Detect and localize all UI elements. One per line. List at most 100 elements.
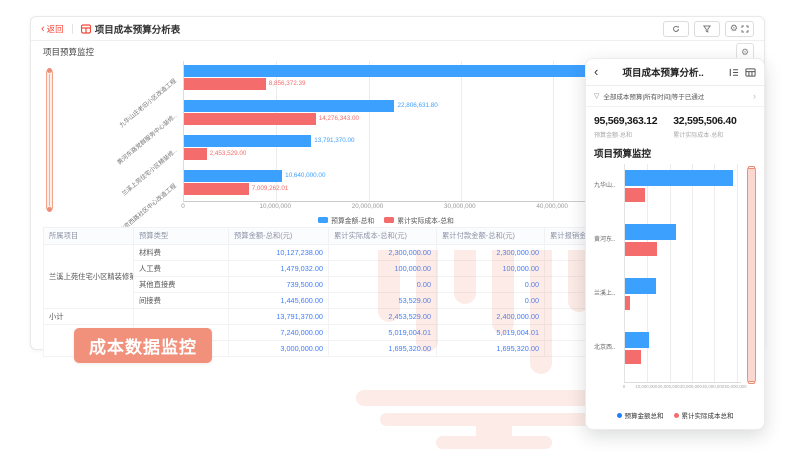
stat-label: 累计实际成本·总和 [673,130,736,139]
panel-chart-legend: 预算金额总和 累计实际成本总和 [586,410,764,420]
gridline [692,164,693,382]
bar-budget[interactable] [625,170,733,186]
bar-actual[interactable] [184,113,316,125]
col-header-budget-type: 预算类型 [134,228,229,245]
value-cell[interactable]: 0.00 [329,277,437,293]
panel-section-title: 项目预算监控 [586,143,764,160]
legend-item-budget[interactable]: 预算金额-总和 [318,215,374,225]
fullscreen-icon [741,25,749,33]
gridline [647,164,648,382]
bar-actual[interactable] [184,78,266,90]
stat-value: 95,569,363.12 [594,115,657,127]
value-cell[interactable]: 100,000.00 [329,261,437,277]
refresh-icon [672,25,680,33]
legend-label: 累计实际成本-总和 [397,215,454,225]
filter-funnel-icon [703,25,711,33]
value-cell[interactable]: 53,529.00 [329,293,437,309]
panel-bar-chart: 九华山..黄河东..兰溪上..北京西.. 010,000,00020,000,0… [594,164,756,398]
gridline [553,61,554,201]
table-view-icon[interactable] [745,67,756,78]
panel-stats: 95,569,363.12 预算金额·总和 32,595,506.40 累计实际… [586,107,764,143]
bar-budget[interactable] [184,65,590,77]
value-cell[interactable]: 10,127,238.00 [229,245,329,261]
value-cell[interactable]: 1,695,320.00 [329,341,437,357]
project-cell: 小计 [44,309,134,325]
bar-budget[interactable] [184,170,282,182]
mobile-preview-panel: ‹ 项目成本预算分析.. ▽ 全部成本预算|所有时间|等于已通过 [585,58,765,430]
category-label: 兰溪上.. [594,288,622,297]
bar-budget[interactable] [625,224,676,240]
settings-gear-icon: ⚙ [730,23,738,34]
bar-actual[interactable] [625,188,645,202]
bar-actual[interactable] [625,242,657,256]
bar-actual[interactable] [625,350,641,364]
type-cell: 其他直接费 [134,277,229,293]
report-table-icon [81,24,91,34]
filter-button[interactable] [694,21,720,37]
bar-budget[interactable] [625,332,649,348]
refresh-button[interactable] [663,21,689,37]
panel-title: 项目成本预算分析.. [598,65,728,79]
legend-item-actual[interactable]: 累计实际成本总和 [674,410,734,420]
chart-category-axis: 九华山庄老旧小区改造工程黄河东路党群服务中心装修..兰溪上苑住宅小区精装修..北… [43,61,179,201]
more-tools-button[interactable]: ⚙ [725,21,754,37]
value-cell[interactable]: 2,400,000.00 [437,309,545,325]
gridline [670,164,671,382]
value-cell[interactable]: 1,695,320.00 [437,341,545,357]
col-header-project: 所属项目 [44,228,134,245]
x-tick-label: 40,000,000 [536,203,568,210]
value-cell[interactable]: 0.00 [437,277,545,293]
chart-plot-area: 22,806,631.8013,791,370.0010,640,000.008… [183,61,590,202]
legend-label: 预算金额总和 [625,410,664,420]
legend-dot-blue [617,413,622,418]
gridline [369,61,370,201]
chart-zoom-slider[interactable] [747,166,756,384]
value-cell[interactable]: 1,479,032.00 [229,261,329,277]
category-label: 北京西.. [594,342,622,351]
screen: ‹ 返回 项目成本预算分析表 [0,0,792,459]
value-cell[interactable]: 2,300,000.00 [437,245,545,261]
bar-value-label: 14,276,343.00 [319,113,359,125]
bar-value-label: 13,791,370.00 [314,135,354,147]
value-cell[interactable]: 2,300,000.00 [329,245,437,261]
panel-filter-bar[interactable]: ▽ 全部成本预算|所有时间|等于已通过 › [586,86,764,107]
value-cell[interactable]: 1,445,600.00 [229,293,329,309]
value-cell[interactable]: 5,019,004.01 [437,325,545,341]
legend-item-budget[interactable]: 预算金额总和 [617,410,664,420]
stat-value: 32,595,506.40 [673,115,736,127]
chart-category-axis: 九华山..黄河东..兰溪上..北京西.. [594,164,622,382]
x-tick-label: 10,000,000 [635,384,657,389]
value-cell[interactable]: 739,500.00 [229,277,329,293]
x-tick-label: 20,000,000 [658,384,680,389]
value-cell[interactable]: 7,240,000.00 [229,325,329,341]
chevron-right-icon: › [753,91,756,101]
x-tick-label: 50,000,000 [725,384,747,389]
bar-budget[interactable] [184,100,394,112]
bar-value-label: 7,009,262.01 [252,183,289,195]
filter-summary: 全部成本预算|所有时间|等于已通过 [603,91,749,101]
value-cell[interactable]: 13,791,370.00 [229,309,329,325]
bar-value-label: 10,640,000.00 [285,170,325,182]
x-tick-label: 0 [623,384,625,389]
x-tick-label: 30,000,000 [444,203,476,210]
chart-legend: 预算金额-总和 累计实际成本-总和 [183,215,589,225]
value-cell[interactable]: 3,000,000.00 [229,341,329,357]
value-cell[interactable]: 0.00 [437,293,545,309]
bar-budget[interactable] [625,278,656,294]
outline-list-icon[interactable] [728,67,739,78]
funnel-icon: ▽ [594,92,599,100]
value-cell[interactable]: 5,019,004.01 [329,325,437,341]
bar-budget[interactable] [184,135,311,147]
value-cell[interactable]: 100,000.00 [437,261,545,277]
chart-plot-area [624,164,741,383]
legend-item-actual[interactable]: 累计实际成本-总和 [384,215,454,225]
bar-actual[interactable] [625,296,630,310]
bar-actual[interactable] [184,183,249,195]
x-tick-label: 20,000,000 [352,203,384,210]
bar-actual[interactable] [184,148,207,160]
value-cell[interactable]: 2,453,529.00 [329,309,437,325]
back-button[interactable]: ‹ 返回 [41,23,64,35]
legend-swatch-red [384,217,394,223]
stat-actual-total: 32,595,506.40 累计实际成本·总和 [673,115,736,139]
legend-dot-red [674,413,679,418]
